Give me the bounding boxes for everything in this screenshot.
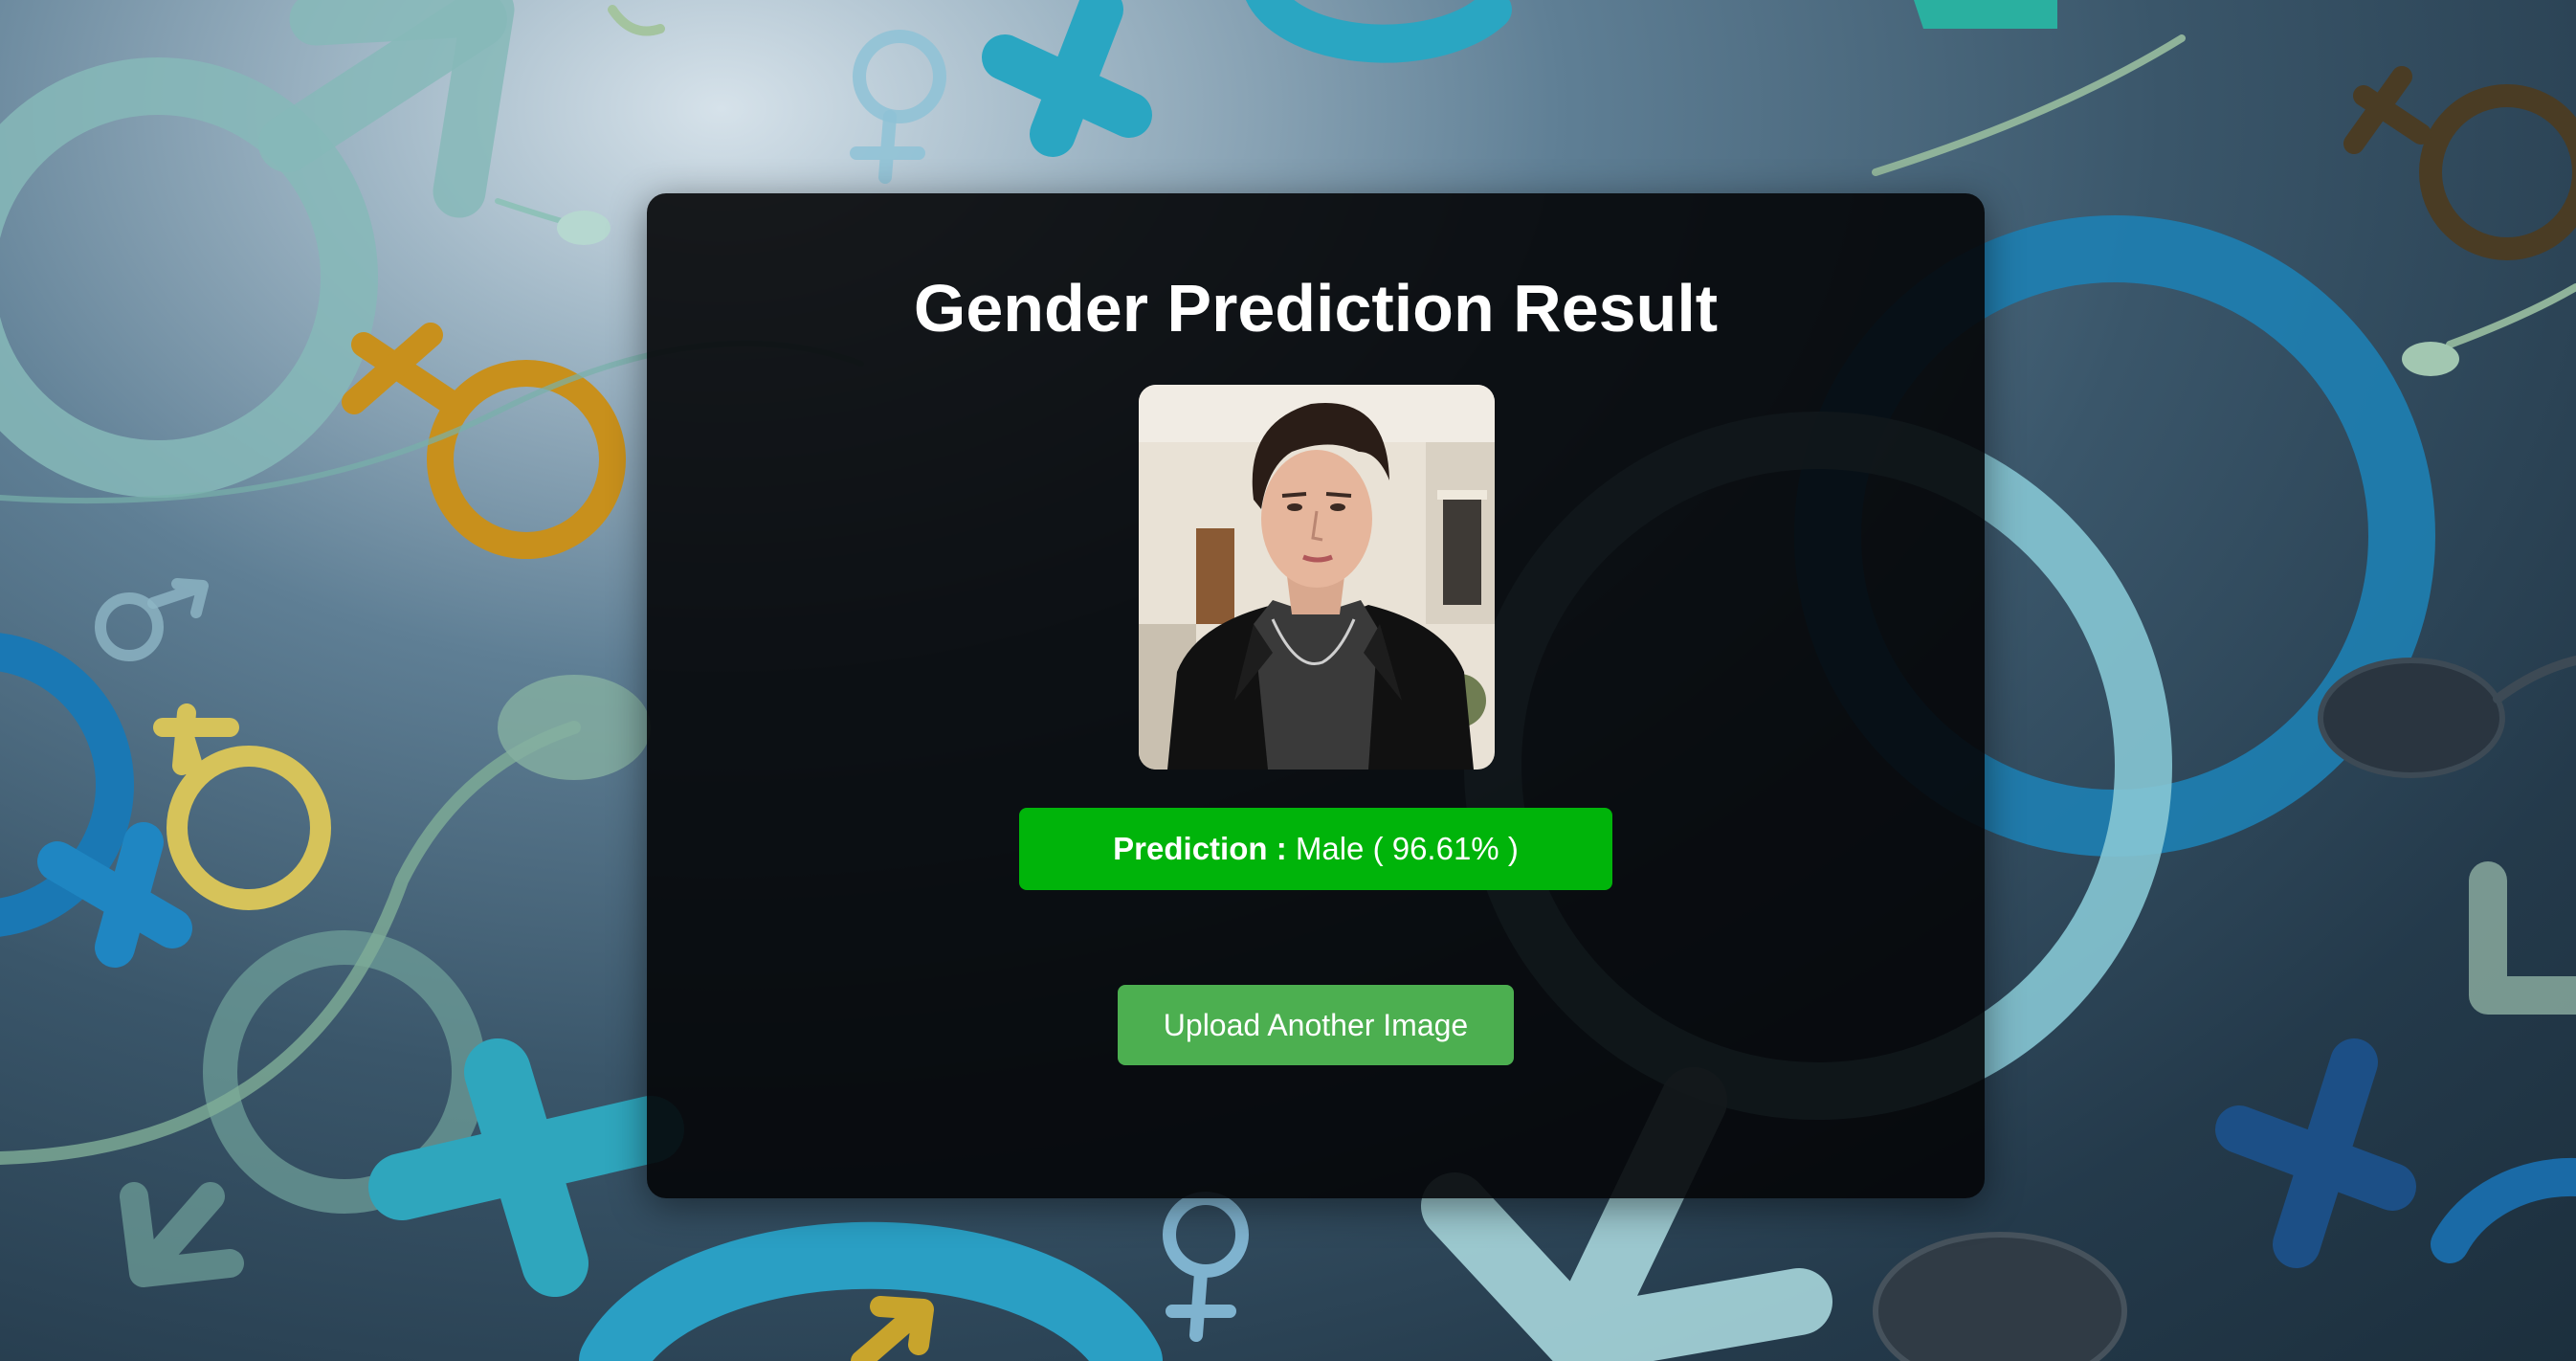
male-symbol-icon (2343, 66, 2576, 260)
female-symbol-icon (0, 633, 192, 968)
prediction-label: Prediction : (1113, 831, 1287, 866)
uploaded-photo (1139, 385, 1495, 770)
page-title: Gender Prediction Result (913, 271, 1719, 346)
prediction-result: Prediction : Male ( 96.61% ) (1019, 808, 1612, 890)
female-symbol-icon (850, 30, 946, 184)
portrait-image (1139, 385, 1495, 770)
female-symbol-icon (342, 323, 626, 559)
male-symbol-icon (95, 578, 209, 661)
result-card: Gender Prediction Result Prediction: Ma… (647, 193, 1985, 1198)
male-female-symbol-icon (153, 703, 331, 910)
male-symbol-icon (0, 0, 515, 498)
upload-another-image-button[interactable]: Upload Another Image (1118, 985, 1514, 1065)
page: Gender Prediction Result Prediction: Ma… (0, 0, 2576, 1361)
female-symbol-icon (1163, 1192, 1249, 1342)
prediction-value: Male ( 96.61% ) (1295, 831, 1519, 866)
male-female-symbol-icon (982, 0, 1512, 157)
